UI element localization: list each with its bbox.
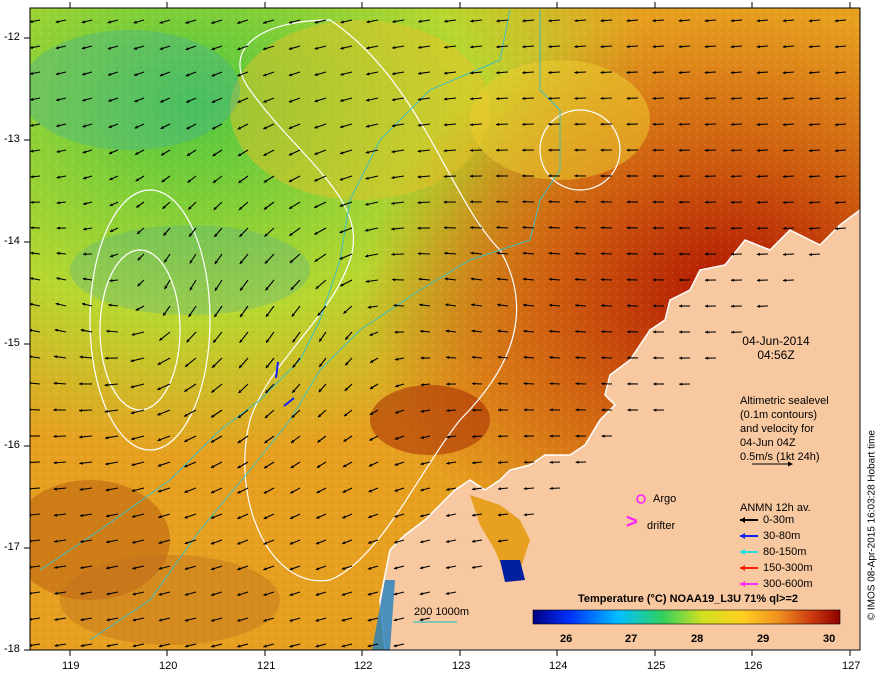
map-date: 04-Jun-2014 — [742, 334, 810, 348]
x-tick-127: 127 — [842, 660, 861, 672]
anmn-item-2: 30-80m — [763, 530, 801, 542]
y-tick-m13: -13 — [4, 133, 20, 145]
x-tick-120: 120 — [159, 660, 178, 672]
depth-contour-label: 200 1000m — [414, 606, 470, 618]
colorbar-tick-27: 27 — [625, 633, 638, 645]
y-tick-m12: -12 — [4, 31, 20, 43]
x-tick-123: 123 — [452, 660, 471, 672]
colorbar — [532, 609, 841, 625]
velocity-arrow-head — [30, 487, 31, 491]
altimetry-line-4: 04-Jun 04Z — [740, 437, 796, 449]
anmn-item-4: 150-300m — [763, 562, 813, 574]
anmn-item-5: 300-600m — [763, 578, 813, 590]
y-tick-m16: -16 — [4, 439, 20, 451]
x-tick-124: 124 — [549, 660, 568, 672]
altimetry-line-5: 0.5m/s (1kt 24h) — [740, 451, 820, 463]
y-tick-m15: -15 — [4, 337, 20, 349]
y-tick-m14: -14 — [4, 235, 20, 247]
x-tick-126: 126 — [744, 660, 763, 672]
colorbar-tick-26: 26 — [560, 633, 573, 645]
anmn-item-1: 0-30m — [763, 514, 795, 526]
x-tick-119: 119 — [62, 660, 80, 672]
altimetry-line-2: (0.1m contours) — [740, 409, 818, 421]
colorbar-tick-29: 29 — [757, 633, 770, 645]
drifter-glyph: > — [626, 511, 638, 533]
altimetry-line-3: and velocity for — [740, 423, 814, 435]
altimetry-line-1: Altimetric sealevel — [740, 395, 829, 407]
x-tick-125: 125 — [647, 660, 666, 672]
altimetry-note: Altimetric sealevel (0.1m contours) and … — [740, 394, 829, 464]
anmn-item-3: 80-150m — [763, 546, 807, 558]
y-tick-m17: -17 — [4, 541, 20, 553]
colorbar-title: Temperature (°C) NOAA19_L3U 71% ql>=2 — [578, 593, 798, 605]
credit-text: © IMOS 08-Apr-2015 16:03:28 Hobart time — [866, 430, 877, 621]
drifter-label: drifter — [647, 520, 676, 532]
x-tick-122: 122 — [354, 660, 373, 672]
y-tick-m18: -18 — [4, 643, 20, 655]
map-time: 04:56Z — [757, 348, 795, 362]
colorbar-tick-28: 28 — [691, 633, 704, 645]
x-tick-121: 121 — [257, 660, 276, 672]
colorbar-tick-30: 30 — [823, 633, 836, 645]
argo-label: Argo — [653, 493, 677, 505]
